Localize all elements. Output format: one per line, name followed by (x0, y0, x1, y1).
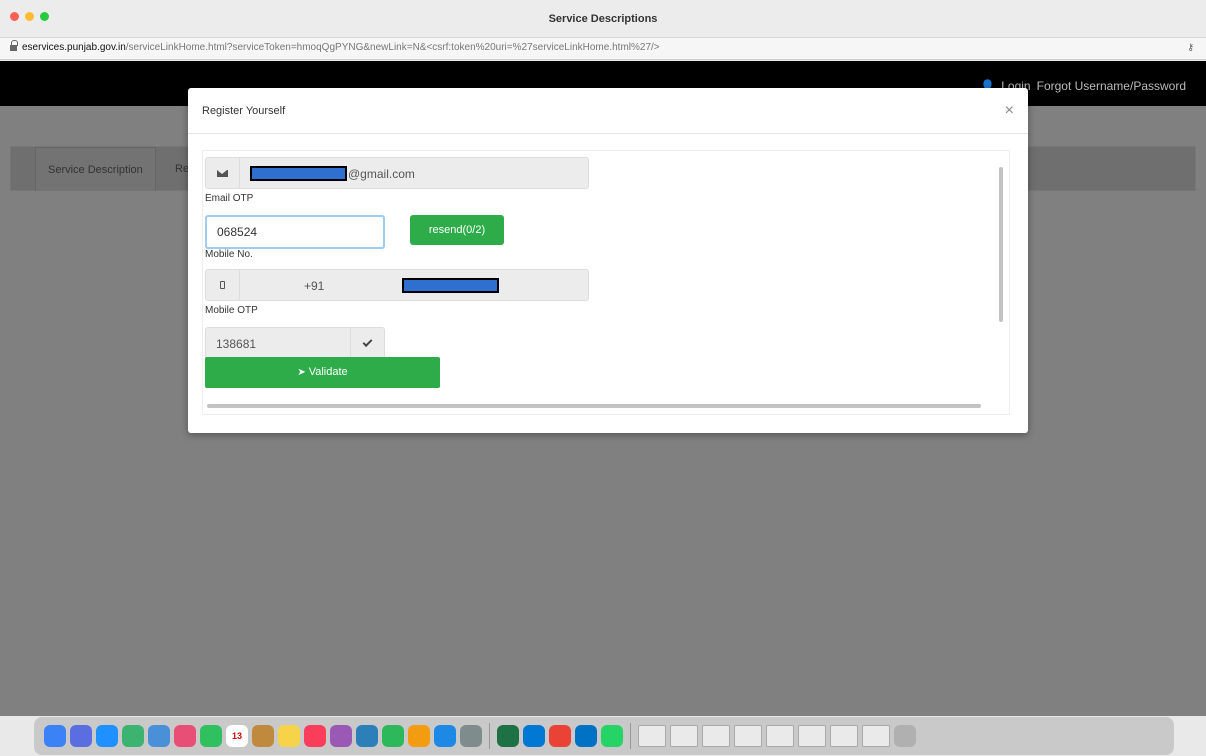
music-icon[interactable] (304, 725, 326, 747)
mobile-addon (206, 270, 240, 300)
mobile-otp-value: 138681 (216, 337, 257, 351)
mobile-label: Mobile No. (205, 249, 253, 260)
chrome-icon[interactable] (549, 725, 571, 747)
register-modal: Register Yourself × @gmail.com Email OTP… (188, 88, 1028, 433)
dock-window-thumbnail[interactable] (766, 725, 794, 747)
validate-button[interactable]: ➤ Validate (205, 357, 440, 388)
check-icon (362, 336, 373, 347)
envelope-icon (217, 169, 228, 177)
key-icon[interactable]: ⚷ (1187, 42, 1194, 53)
safari-icon[interactable] (96, 725, 118, 747)
dock-separator (489, 723, 490, 749)
resend-button[interactable]: resend(0/2) (410, 215, 504, 245)
dock-window-thumbnail[interactable] (830, 725, 858, 747)
address-bar[interactable]: eservices.punjab.gov.in/serviceLinkHome.… (0, 38, 1206, 60)
finder-icon[interactable] (44, 725, 66, 747)
url-text[interactable]: eservices.punjab.gov.in/serviceLinkHome.… (22, 42, 660, 53)
messages-icon[interactable] (122, 725, 144, 747)
dock-window-thumbnail[interactable] (702, 725, 730, 747)
send-arrow-icon: ➤ (297, 367, 306, 378)
dock-window-thumbnail[interactable] (798, 725, 826, 747)
dock-separator (630, 723, 631, 749)
mobile-otp-label: Mobile OTP (205, 305, 258, 316)
validate-label: Validate (308, 366, 348, 378)
numbers-icon[interactable] (382, 725, 404, 747)
tab-service-description[interactable]: Service Description (35, 147, 156, 191)
launchpad-icon[interactable] (70, 725, 92, 747)
modal-body: @gmail.com Email OTP 068524 resend(0/2) … (202, 150, 1010, 415)
dock-window-thumbnail[interactable] (734, 725, 762, 747)
url-path: /serviceLinkHome.html?serviceToken=hmoqQ… (125, 42, 660, 53)
contacts-icon[interactable] (252, 725, 274, 747)
check-addon (350, 328, 384, 358)
email-suffix: @gmail.com (348, 167, 415, 181)
whatsapp-icon[interactable] (601, 725, 623, 747)
modal-header: Register Yourself × (188, 88, 1028, 134)
mobile-field[interactable]: +91 (205, 269, 589, 301)
email-otp-input[interactable]: 068524 (205, 215, 385, 249)
dock-window-thumbnail[interactable] (862, 725, 890, 747)
photos-icon[interactable] (174, 725, 196, 747)
mobile-icon (220, 281, 225, 289)
notes-icon[interactable] (278, 725, 300, 747)
email-redaction (250, 166, 347, 181)
modal-title: Register Yourself (202, 105, 286, 117)
email-field[interactable]: @gmail.com (205, 157, 589, 189)
maps-icon[interactable] (148, 725, 170, 747)
word-icon[interactable] (523, 725, 545, 747)
keynote-icon[interactable] (356, 725, 378, 747)
close-icon[interactable]: × (1005, 102, 1014, 120)
lock-icon (10, 40, 18, 52)
mobile-redaction (402, 278, 499, 293)
dock-window-thumbnail[interactable] (638, 725, 666, 747)
url-domain: eservices.punjab.gov.in (22, 42, 126, 53)
email-otp-label: Email OTP (205, 193, 254, 204)
vertical-scrollbar[interactable] (999, 167, 1003, 322)
tab-second[interactable]: Re (175, 163, 189, 175)
facetime-icon[interactable] (200, 725, 222, 747)
dock: 13 (34, 717, 1174, 755)
app-store-icon[interactable] (434, 725, 456, 747)
window-titlebar: Service Descriptions (0, 0, 1206, 38)
forgot-password-link[interactable]: Forgot Username/Password (1037, 79, 1186, 93)
outlook-icon[interactable] (575, 725, 597, 747)
trash-icon[interactable] (894, 725, 916, 747)
pages-icon[interactable] (408, 725, 430, 747)
country-code: +91 (304, 279, 325, 293)
podcasts-icon[interactable] (330, 725, 352, 747)
mobile-otp-input[interactable]: 138681 (205, 327, 385, 359)
excel-icon[interactable] (497, 725, 519, 747)
window-title: Service Descriptions (548, 13, 658, 25)
calendar-icon[interactable]: 13 (226, 725, 248, 747)
dock-window-thumbnail[interactable] (670, 725, 698, 747)
horizontal-scrollbar[interactable] (207, 404, 981, 408)
system-preferences-icon[interactable] (460, 725, 482, 747)
email-addon (206, 158, 240, 188)
